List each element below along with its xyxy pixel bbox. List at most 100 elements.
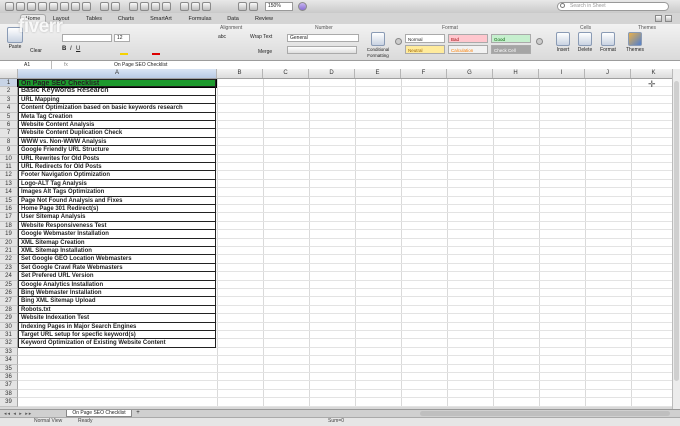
row-header[interactable]: 10 bbox=[0, 154, 18, 163]
orientation-button[interactable]: abc bbox=[218, 34, 226, 40]
redo-icon[interactable] bbox=[111, 2, 120, 11]
style-neutral[interactable]: Neutral bbox=[405, 45, 445, 54]
cell-a-item[interactable]: Home Page 301 Redirect(s) bbox=[18, 205, 216, 214]
tab-formulas[interactable]: Formulas bbox=[183, 14, 217, 24]
import-icon[interactable] bbox=[49, 2, 58, 11]
cell-a-item[interactable]: XML Sitemap Installation bbox=[18, 247, 216, 256]
column-header-i[interactable]: I bbox=[539, 69, 585, 78]
cell-a-item[interactable]: URL Mapping bbox=[18, 95, 216, 105]
zoom-select[interactable]: 150% bbox=[265, 2, 293, 11]
column-header-b[interactable]: B bbox=[217, 69, 263, 78]
select-all-corner[interactable] bbox=[0, 69, 18, 78]
spreadsheet-grid[interactable]: 1 On Page SEO Checklist 2 Basic Keywords Re… bbox=[0, 79, 672, 407]
cell-a-item[interactable]: WWW vs. Non-WWW Analysis bbox=[18, 137, 216, 147]
row-header[interactable]: 9 bbox=[0, 146, 18, 155]
italic-button[interactable]: I bbox=[70, 46, 72, 52]
collapse-ribbon-icon[interactable] bbox=[655, 15, 662, 22]
cell-a-item[interactable]: Keyword Optimization of Existing Website… bbox=[18, 339, 216, 348]
function-icon[interactable]: fx bbox=[64, 62, 68, 68]
style-check-cell[interactable]: Check Cell bbox=[491, 45, 531, 54]
row-header[interactable]: 1 bbox=[0, 79, 18, 88]
row-header[interactable]: 23 bbox=[0, 263, 18, 273]
cell-a-item[interactable]: Website Content Duplication Check bbox=[18, 129, 216, 138]
bold-button[interactable]: B bbox=[62, 46, 66, 52]
cell-a-item[interactable]: User Sitemap Analysis bbox=[18, 213, 216, 222]
help-icon[interactable] bbox=[298, 2, 307, 11]
row-header[interactable]: 21 bbox=[0, 247, 18, 256]
column-header-h[interactable]: H bbox=[493, 69, 539, 78]
cell-a-item[interactable]: Google Webmaster Installation bbox=[18, 230, 216, 239]
column-header-c[interactable]: C bbox=[263, 69, 309, 78]
row-header[interactable]: 34 bbox=[0, 356, 18, 365]
clear-button[interactable]: Clear bbox=[30, 48, 42, 54]
column-header-d[interactable]: D bbox=[309, 69, 355, 78]
column-header-g[interactable]: G bbox=[447, 69, 493, 78]
row-header[interactable]: 14 bbox=[0, 188, 18, 197]
row-header[interactable]: 5 bbox=[0, 112, 18, 121]
zoom-icon[interactable] bbox=[202, 2, 211, 11]
underline-button[interactable]: U bbox=[76, 46, 80, 52]
style-bad[interactable]: Bad bbox=[448, 34, 488, 43]
horizontal-scrollbar[interactable] bbox=[420, 411, 670, 416]
filter-icon[interactable] bbox=[162, 2, 171, 11]
format-button[interactable]: Format bbox=[598, 32, 618, 53]
row-header[interactable]: 3 bbox=[0, 95, 18, 105]
search-input[interactable]: Search in Sheet bbox=[557, 2, 669, 11]
row-header[interactable]: 31 bbox=[0, 331, 18, 340]
format-painter-icon[interactable] bbox=[82, 2, 91, 11]
cell-a-item[interactable]: Page Not Found Analysis and Fixes bbox=[18, 196, 216, 205]
new-document-icon[interactable] bbox=[5, 2, 14, 11]
row-header[interactable]: 24 bbox=[0, 272, 18, 281]
cell-a1-title[interactable]: On Page SEO Checklist bbox=[17, 79, 217, 89]
view-mode[interactable]: Normal View bbox=[34, 418, 62, 425]
row-header[interactable]: 39 bbox=[0, 398, 18, 407]
row-header[interactable]: 20 bbox=[0, 238, 18, 247]
cell-a-item[interactable]: Target URL setup for specfic keyword(s) bbox=[18, 331, 216, 340]
insert-button[interactable]: Insert bbox=[553, 32, 573, 53]
scroll-thumb[interactable] bbox=[674, 81, 679, 381]
cell-a-item[interactable]: Website Responsiveness Test bbox=[18, 221, 216, 231]
cell-a-item[interactable]: Content Optimization based on basic keyw… bbox=[18, 104, 216, 113]
fill-color-icon[interactable] bbox=[120, 46, 128, 55]
row-header[interactable]: 11 bbox=[0, 163, 18, 172]
cell-a-item[interactable]: Set Google Crawl Rate Webmasters bbox=[18, 263, 216, 273]
autosum-icon[interactable] bbox=[129, 2, 138, 11]
cell-a-item[interactable]: Bing Webmaster Installation bbox=[18, 289, 216, 298]
save-icon[interactable] bbox=[27, 2, 36, 11]
font-color-icon[interactable] bbox=[152, 46, 160, 55]
row-header[interactable]: 17 bbox=[0, 213, 18, 222]
row-header[interactable]: 29 bbox=[0, 314, 18, 323]
row-header[interactable]: 30 bbox=[0, 322, 18, 331]
cell-a-item[interactable]: Logo-ALT Tag Analysis bbox=[18, 179, 216, 189]
styles-prev-icon[interactable] bbox=[395, 38, 402, 45]
tab-tables[interactable]: Tables bbox=[80, 14, 108, 24]
column-header-j[interactable]: J bbox=[585, 69, 631, 78]
row-header[interactable]: 15 bbox=[0, 196, 18, 205]
sidebar-icon[interactable] bbox=[238, 2, 247, 11]
row-header[interactable]: 4 bbox=[0, 104, 18, 113]
cell-a-item[interactable]: Set Prefered URL Version bbox=[18, 272, 216, 281]
styles-next-icon[interactable] bbox=[536, 38, 543, 45]
row-header[interactable]: 2 bbox=[0, 87, 18, 96]
cell-a-item[interactable]: Website Indexation Test bbox=[18, 314, 216, 323]
font-name-select[interactable] bbox=[62, 34, 112, 42]
cell-a-item[interactable]: URL Redirects for Old Posts bbox=[18, 163, 216, 172]
cell-a-item[interactable]: Google Analytics Installation bbox=[18, 280, 216, 289]
font-size-select[interactable]: 12 bbox=[114, 34, 130, 42]
column-header-f[interactable]: F bbox=[401, 69, 447, 78]
sort-ascending-icon[interactable] bbox=[140, 2, 149, 11]
gallery-icon[interactable] bbox=[180, 2, 189, 11]
style-calculation[interactable]: Calculation bbox=[448, 45, 488, 54]
add-sheet-button[interactable]: + bbox=[134, 410, 142, 417]
row-header[interactable]: 13 bbox=[0, 179, 18, 189]
vertical-scrollbar[interactable] bbox=[672, 69, 680, 409]
cell-a-item[interactable]: Images Alt Tags Optimization bbox=[18, 188, 216, 197]
cell-a-item[interactable]: Basic Keywords Research bbox=[18, 87, 216, 96]
row-header[interactable]: 32 bbox=[0, 339, 18, 348]
settings-icon[interactable] bbox=[665, 15, 672, 22]
cell-a-item[interactable]: Website Content Analysis bbox=[18, 121, 216, 130]
paste-icon[interactable] bbox=[71, 2, 80, 11]
row-header[interactable]: 16 bbox=[0, 205, 18, 214]
cell-a-item[interactable]: Indexing Pages in Major Search Engines bbox=[18, 322, 216, 331]
delete-button[interactable]: Delete bbox=[575, 32, 595, 53]
